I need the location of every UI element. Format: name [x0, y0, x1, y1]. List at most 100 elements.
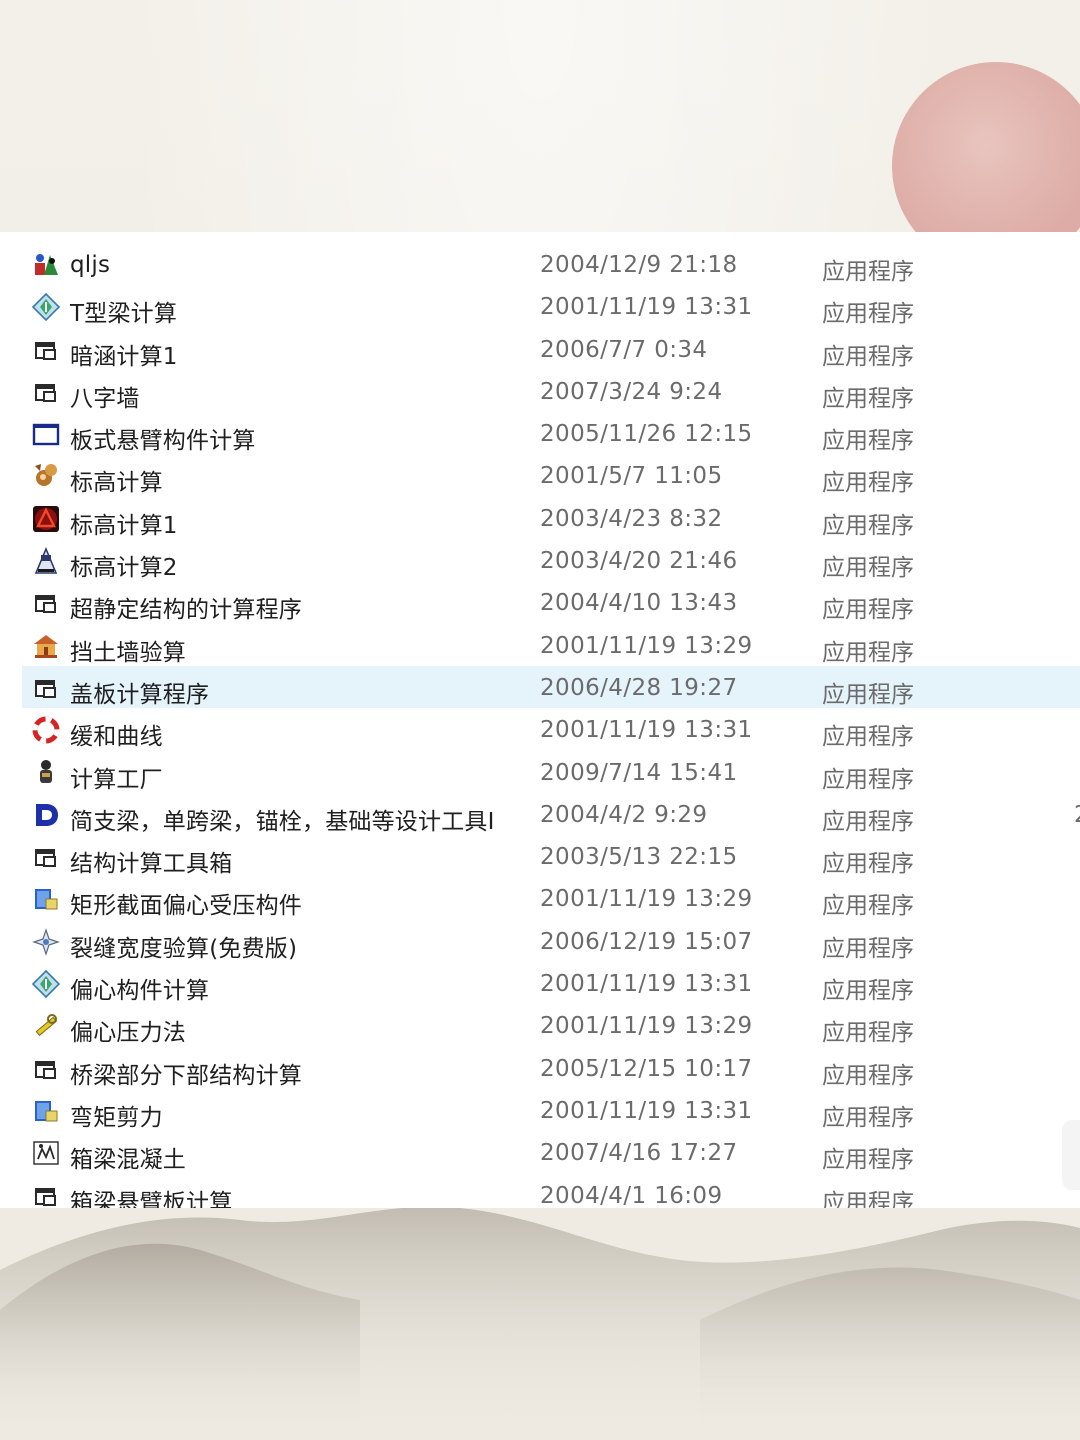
file-name: qljs: [70, 252, 111, 278]
file-row[interactable]: 缓和曲线 2001/11/19 13:31 应用程序: [22, 708, 1080, 750]
file-type: 应用程序: [822, 724, 914, 751]
file-row[interactable]: 标高计算1 2003/4/23 8:32 应用程序: [22, 497, 1080, 539]
file-modified-date: 2004/4/2 9:29: [540, 801, 708, 828]
file-row[interactable]: 箱梁混凝土 2007/4/16 17:27 应用程序: [22, 1131, 1080, 1173]
file-name: T型梁计算: [70, 301, 178, 328]
generic-exe-icon: [32, 1182, 60, 1208]
file-name: 板式悬臂构件计算: [70, 428, 256, 455]
file-modified-date: 2009/7/14 15:41: [540, 759, 738, 786]
file-modified-date: 2007/3/24 9:24: [540, 378, 723, 405]
file-type: 应用程序: [822, 978, 914, 1005]
generic-exe-icon: [32, 674, 60, 702]
file-row[interactable]: 结构计算工具箱 2003/5/13 22:15 应用程序: [22, 835, 1080, 877]
file-modified-date: 2006/4/28 19:27: [540, 674, 738, 701]
file-type: 应用程序: [822, 555, 914, 582]
file-type: 应用程序: [822, 343, 914, 370]
file-name: 标高计算2: [70, 555, 178, 582]
file-row[interactable]: 超静定结构的计算程序 2004/4/10 13:43 应用程序: [22, 581, 1080, 623]
file-modified-date: 2003/4/23 8:32: [540, 505, 723, 532]
file-name: 暗涵计算1: [70, 343, 178, 370]
sketch-figure-icon: [32, 1139, 60, 1167]
ink-mountains-decoration: [0, 1206, 1080, 1440]
file-row[interactable]: 弯矩剪力 2001/11/19 13:31 应用程序: [22, 1089, 1080, 1131]
file-modified-date: 2005/11/26 12:15: [540, 421, 753, 448]
file-row[interactable]: 矩形截面偏心受压构件 2001/11/19 13:29 应用程序: [22, 877, 1080, 919]
generic-exe-icon: [32, 336, 60, 364]
file-modified-date: 2001/11/19 13:31: [540, 294, 753, 321]
file-type: 应用程序: [822, 470, 914, 497]
file-size-clipped: 2: [1074, 802, 1080, 828]
file-name: 简支梁，单跨梁，锚栓，基础等设计工具I: [70, 808, 495, 835]
file-row[interactable]: 偏心压力法 2001/11/19 13:29 应用程序: [22, 1004, 1080, 1046]
scrollbar-thumb[interactable]: [1062, 1120, 1080, 1190]
file-row[interactable]: 板式悬臂构件计算 2005/11/26 12:15 应用程序: [22, 412, 1080, 454]
file-name: 矩形截面偏心受压构件: [70, 893, 302, 920]
file-type: 应用程序: [822, 1062, 914, 1089]
file-name: 弯矩剪力: [70, 1104, 163, 1131]
file-type: 应用程序: [822, 259, 914, 285]
file-row[interactable]: 标高计算 2001/5/7 11:05 应用程序: [22, 454, 1080, 496]
generic-exe-icon: [32, 843, 60, 871]
file-row[interactable]: 箱梁悬臂板计算 2004/4/1 16:09 应用程序: [22, 1174, 1080, 1208]
clipped-previous-row: [0, 232, 1080, 238]
file-row[interactable]: 计算工厂 2009/7/14 15:41 应用程序: [22, 751, 1080, 793]
generic-exe-icon: [32, 378, 60, 406]
file-type: 应用程序: [822, 428, 914, 455]
file-list: qljs 2004/12/9 21:18 应用程序 T型梁计算 2001/11/19 1…: [22, 243, 1080, 1208]
file-name: 挡土墙验算: [70, 639, 186, 666]
level-surveyor-icon: [32, 546, 60, 575]
diamond-arrow-icon: [31, 293, 61, 322]
file-row[interactable]: 八字墙 2007/3/24 9:24 应用程序: [22, 370, 1080, 412]
file-row[interactable]: T型梁计算 2001/11/19 13:31 应用程序: [22, 285, 1080, 327]
red-ring-icon: [32, 716, 60, 744]
file-modified-date: 2001/11/19 13:29: [540, 1013, 753, 1040]
file-type: 应用程序: [822, 935, 914, 962]
file-type: 应用程序: [822, 639, 914, 666]
file-name: 标高计算: [70, 470, 163, 497]
file-type: 应用程序: [822, 1020, 914, 1047]
file-row[interactable]: 盖板计算程序 2006/4/28 19:27 应用程序: [22, 665, 1080, 709]
file-row[interactable]: 裂缝宽度验算(免费版) 2006/12/19 15:07 应用程序: [22, 920, 1080, 962]
file-name: 结构计算工具箱: [70, 851, 233, 878]
file-type: 应用程序: [822, 1189, 914, 1208]
blue-book-icon: [32, 885, 60, 913]
file-modified-date: 2001/5/7 11:05: [540, 463, 723, 490]
file-type: 应用程序: [822, 512, 914, 539]
file-name: 盖板计算程序: [70, 681, 210, 708]
file-modified-date: 2003/5/13 22:15: [540, 844, 738, 871]
file-list-panel: qljs 2004/12/9 21:18 应用程序 T型梁计算 2001/11/19 1…: [0, 232, 1080, 1208]
app-color-figures-icon: [32, 251, 60, 279]
blue-book-icon: [32, 1097, 60, 1125]
file-type: 应用程序: [822, 808, 914, 835]
file-modified-date: 2001/11/19 13:31: [540, 717, 753, 744]
file-type: 应用程序: [822, 597, 914, 624]
file-modified-date: 2004/12/9 21:18: [540, 252, 738, 278]
file-modified-date: 2005/12/15 10:17: [540, 1055, 753, 1082]
window-frame-icon: [32, 420, 60, 448]
file-modified-date: 2006/7/7 0:34: [540, 336, 708, 363]
file-name: 缓和曲线: [70, 724, 163, 751]
file-type: 应用程序: [822, 851, 914, 878]
file-name: 箱梁混凝土: [70, 1147, 186, 1174]
file-row[interactable]: 桥梁部分下部结构计算 2005/12/15 10:17 应用程序: [22, 1047, 1080, 1089]
file-modified-date: 2004/4/1 16:09: [540, 1182, 723, 1208]
file-row[interactable]: 暗涵计算1 2006/7/7 0:34 应用程序: [22, 328, 1080, 370]
file-modified-date: 2001/11/19 13:31: [540, 971, 753, 998]
file-type: 应用程序: [822, 1104, 914, 1131]
squirrel-icon: [32, 462, 60, 490]
file-type: 应用程序: [822, 766, 914, 793]
file-name: 标高计算1: [70, 512, 178, 539]
file-row[interactable]: 偏心构件计算 2001/11/19 13:31 应用程序: [22, 962, 1080, 1004]
file-modified-date: 2001/11/19 13:31: [540, 1097, 753, 1124]
generic-exe-icon: [32, 589, 60, 617]
file-row[interactable]: 挡土墙验算 2001/11/19 13:29 应用程序: [22, 624, 1080, 666]
file-row[interactable]: 标高计算2 2003/4/20 21:46 应用程序: [22, 539, 1080, 581]
file-modified-date: 2006/12/19 15:07: [540, 928, 753, 955]
file-row[interactable]: 简支梁，单跨梁，锚栓，基础等设计工具I 2004/4/2 9:29 应用程序 2: [22, 793, 1080, 835]
file-modified-date: 2007/4/16 17:27: [540, 1140, 738, 1167]
blue-d-icon: [32, 801, 60, 829]
file-name: 裂缝宽度验算(免费版): [70, 935, 298, 962]
file-modified-date: 2003/4/20 21:46: [540, 548, 738, 575]
file-type: 应用程序: [822, 1147, 914, 1174]
file-row[interactable]: qljs 2004/12/9 21:18 应用程序: [22, 243, 1080, 285]
